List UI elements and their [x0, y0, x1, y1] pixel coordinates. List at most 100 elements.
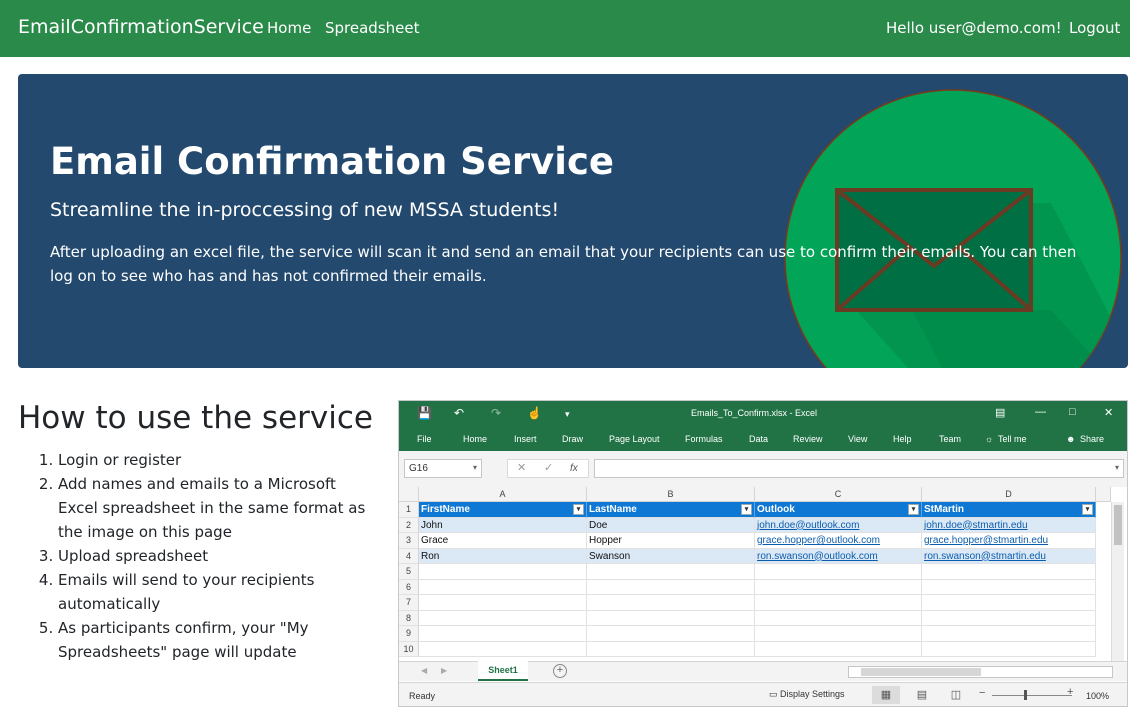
table-cell-email: ron.swanson@stmartin.edu	[922, 548, 1096, 564]
page-layout-view-icon: ▤	[916, 689, 928, 701]
column-header: A	[419, 487, 587, 502]
row-header: 6	[399, 579, 419, 595]
table-cell: Grace	[419, 533, 587, 549]
empty-cell	[922, 641, 1096, 657]
select-all-corner	[399, 487, 419, 502]
table-header-cell: StMartin ▾	[922, 502, 1096, 518]
redo-icon: ↷	[491, 406, 502, 420]
hero-subtitle: Streamline the in-proccessing of new MSS…	[50, 199, 560, 221]
zoom-slider-track	[992, 695, 1072, 696]
empty-cell	[419, 564, 587, 580]
empty-cell	[922, 595, 1096, 611]
horizontal-scrollbar	[848, 666, 1113, 678]
empty-cell	[587, 564, 755, 580]
sheet-tab: Sheet1	[478, 661, 528, 681]
empty-cell	[755, 610, 922, 626]
empty-cell	[419, 595, 587, 611]
logout-button[interactable]: Logout	[1069, 19, 1120, 37]
table-header-cell: LastName ▾	[587, 502, 755, 518]
lightbulb-icon: ☼	[985, 434, 994, 444]
menu-team: Team	[939, 434, 962, 444]
display-settings: ▭ Display Settings	[769, 689, 845, 700]
scrollbar-thumb	[1114, 505, 1122, 545]
ribbon-display-icon: ▤	[995, 407, 1006, 419]
cancel-icon: ✕	[517, 462, 527, 474]
menu-review: Review	[793, 434, 823, 444]
empty-cell	[922, 579, 1096, 595]
row-header: 8	[399, 610, 419, 626]
table-cell-email: john.doe@outlook.com	[755, 517, 922, 533]
excel-screenshot-image: 💾 ↶ ↷ ☝ ▾ Emails_To_Confirm.xlsx - Excel…	[398, 400, 1128, 707]
tab-next-icon: ▶	[441, 666, 448, 675]
name-box: G16 ▾	[404, 459, 482, 478]
row-header: 3	[399, 533, 419, 549]
menu-insert: Insert	[514, 434, 537, 444]
howto-title: How to use the service	[18, 400, 373, 436]
empty-cell	[419, 610, 587, 626]
empty-cell	[922, 564, 1096, 580]
table-cell: Swanson	[587, 548, 755, 564]
nav-spreadsheet-link[interactable]: Spreadsheet	[325, 19, 419, 37]
menu-formulas: Formulas	[685, 434, 723, 444]
step-item: Add names and emails to a Microsoft Exce…	[58, 472, 378, 544]
empty-cell	[419, 641, 587, 657]
vertical-scrollbar	[1111, 502, 1124, 661]
excel-window-title: Emails_To_Confirm.xlsx - Excel	[690, 408, 818, 418]
user-greeting-link[interactable]: Hello user@demo.com!	[886, 19, 1062, 37]
table-header-cell: FirstName ▾	[419, 502, 587, 518]
header-label: StMartin	[924, 504, 964, 515]
nav-home-link[interactable]: Home	[267, 19, 311, 37]
header-label: Outlook	[757, 504, 795, 515]
empty-cell	[755, 564, 922, 580]
menu-page-layout: Page Layout	[609, 434, 660, 444]
row-header: 5	[399, 564, 419, 580]
menu-share: Share	[1080, 434, 1105, 444]
step-item: Login or register	[58, 448, 378, 472]
column-header: B	[587, 487, 755, 502]
excel-sheet-grid: A B C D 1 2 3 4 5 6 7 8 9 10 FirstName ▾ …	[399, 487, 1127, 661]
empty-cell	[755, 641, 922, 657]
zoom-slider-knob	[1024, 690, 1027, 700]
empty-cell	[587, 610, 755, 626]
empty-cell	[922, 610, 1096, 626]
undo-icon: ↶	[454, 406, 465, 420]
row-header: 10	[399, 641, 419, 657]
hero-title: Email Confirmation Service	[50, 140, 614, 183]
add-sheet-icon: +	[553, 664, 567, 678]
scrollbar-thumb	[861, 668, 981, 676]
row-header: 7	[399, 595, 419, 611]
table-cell-email: grace.hopper@stmartin.edu	[922, 533, 1096, 549]
menu-data: Data	[749, 434, 769, 444]
column-header-empty	[1096, 487, 1111, 502]
empty-cell	[587, 641, 755, 657]
envelope-icon	[784, 89, 1122, 368]
table-cell-email: grace.hopper@outlook.com	[755, 533, 922, 549]
excel-status-bar: Ready ▭ Display Settings ▦ ▤ ◫ − + 100%	[399, 682, 1127, 706]
monitor-icon: ▭	[769, 689, 781, 699]
brand-link[interactable]: EmailConfirmationService	[18, 16, 264, 38]
table-cell: Doe	[587, 517, 755, 533]
menu-home: Home	[463, 434, 488, 444]
normal-view-icon: ▦	[872, 686, 900, 704]
row-header: 2	[399, 517, 419, 533]
table-cell: Ron	[419, 548, 587, 564]
tab-prev-icon: ◀	[421, 666, 428, 675]
top-navbar: EmailConfirmationService Home Spreadshee…	[0, 0, 1130, 57]
menu-help: Help	[893, 434, 912, 444]
zoom-out-icon: −	[979, 687, 986, 699]
status-ready: Ready	[409, 691, 436, 701]
header-label: FirstName	[421, 504, 470, 515]
column-header: C	[755, 487, 922, 502]
table-header-cell: Outlook ▾	[755, 502, 922, 518]
table-cell: Hopper	[587, 533, 755, 549]
howto-steps-list: Login or register Add names and emails t…	[58, 448, 378, 664]
page-break-view-icon: ◫	[950, 689, 962, 701]
excel-titlebar: 💾 ↶ ↷ ☝ ▾ Emails_To_Confirm.xlsx - Excel…	[399, 401, 1127, 451]
step-item: Upload spreadsheet	[58, 544, 378, 568]
filter-dropdown-icon: ▾	[741, 504, 752, 515]
save-icon: 💾	[417, 406, 432, 420]
chevron-down-icon: ▾	[472, 463, 477, 472]
row-header: 1	[399, 502, 419, 518]
minimize-icon: —	[1035, 406, 1046, 418]
name-box-value: G16	[409, 463, 428, 474]
